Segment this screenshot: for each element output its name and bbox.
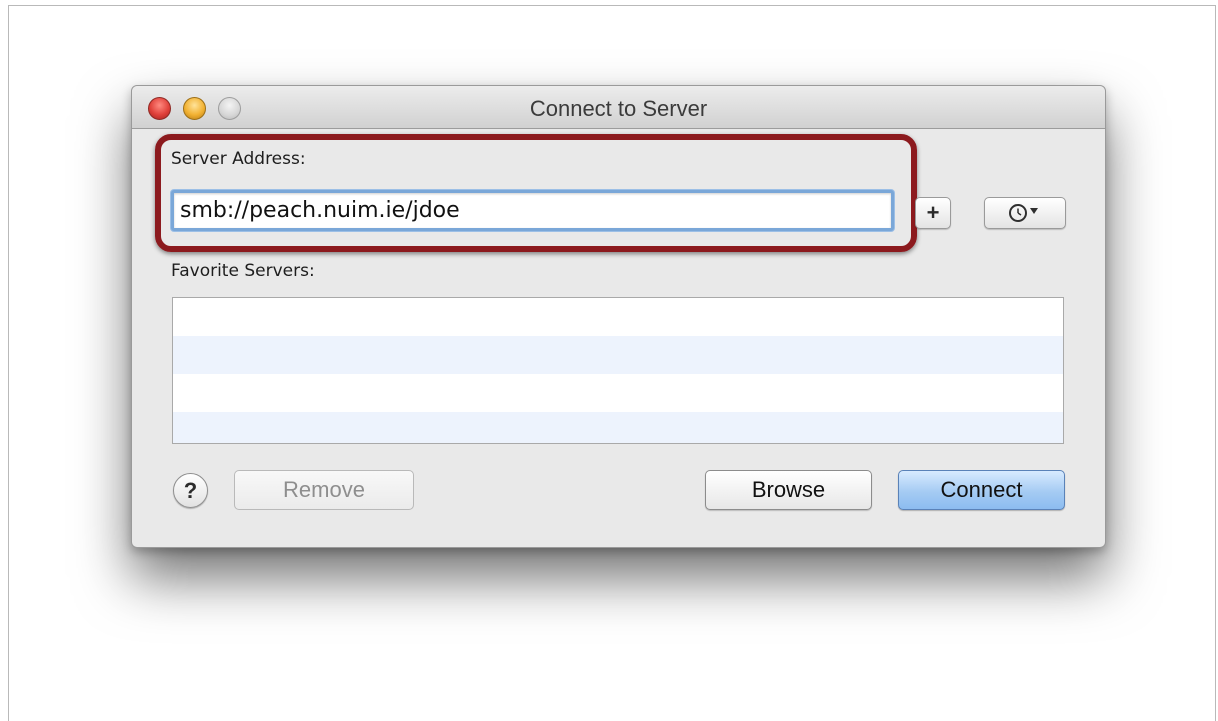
plus-icon: + [926,200,940,225]
remove-button-label: Remove [283,477,365,502]
server-address-input[interactable] [171,190,894,231]
connect-to-server-window: Connect to Server Server Address: + Favo… [131,85,1106,548]
remove-button[interactable]: Remove [234,470,414,510]
server-address-label: Server Address: [171,149,306,169]
list-item[interactable] [173,412,1063,443]
window-title: Connect to Server [529,96,708,121]
browse-button[interactable]: Browse [705,470,872,510]
favorite-servers-label: Favorite Servers: [171,261,315,281]
list-item[interactable] [173,298,1063,336]
connect-button-label: Connect [940,477,1023,502]
question-mark-icon: ? [183,477,198,503]
add-to-favorites-button[interactable]: + [915,197,951,229]
recent-servers-button[interactable] [984,197,1066,229]
window-titlebar[interactable]: Connect to Server [132,86,1105,129]
browse-button-label: Browse [751,477,826,502]
help-button[interactable]: ? [173,473,208,508]
connect-button[interactable]: Connect [898,470,1065,510]
list-item[interactable] [173,336,1063,374]
chevron-down-icon [1030,208,1038,214]
favorite-servers-list[interactable] [172,297,1064,444]
list-item[interactable] [173,374,1063,412]
clock-icon [1009,204,1038,222]
